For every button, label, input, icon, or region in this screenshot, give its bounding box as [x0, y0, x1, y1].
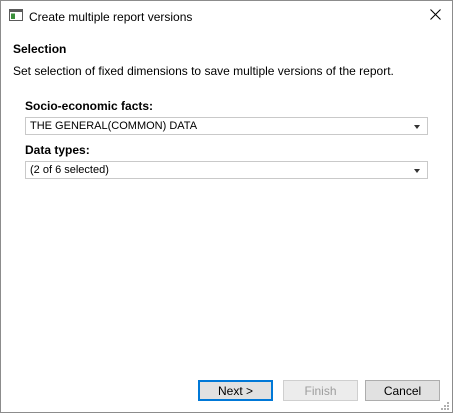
window-title: Create multiple report versions: [29, 10, 193, 24]
cancel-button[interactable]: Cancel: [365, 380, 440, 401]
section-heading: Selection: [13, 42, 67, 56]
dialog-window: Create multiple report versions Selectio…: [0, 0, 453, 413]
finish-button[interactable]: Finish: [283, 380, 358, 401]
chevron-down-icon: [414, 169, 420, 173]
next-button[interactable]: Next >: [198, 380, 273, 401]
chevron-down-icon: [414, 125, 420, 129]
close-icon: [429, 9, 441, 23]
socio-economic-facts-value: THE GENERAL(COMMON) DATA: [30, 120, 198, 132]
socio-economic-facts-label: Socio-economic facts:: [25, 99, 154, 113]
title-bar: Create multiple report versions: [1, 1, 452, 31]
data-types-value: (2 of 6 selected): [30, 164, 109, 176]
data-types-label: Data types:: [25, 143, 90, 157]
section-description: Set selection of fixed dimensions to sav…: [13, 64, 394, 78]
data-types-dropdown[interactable]: (2 of 6 selected): [25, 161, 428, 179]
resize-grip-icon[interactable]: [440, 400, 450, 410]
dialog-app-icon: [9, 9, 23, 21]
socio-economic-facts-dropdown[interactable]: THE GENERAL(COMMON) DATA: [25, 117, 428, 135]
close-button[interactable]: [418, 1, 452, 31]
